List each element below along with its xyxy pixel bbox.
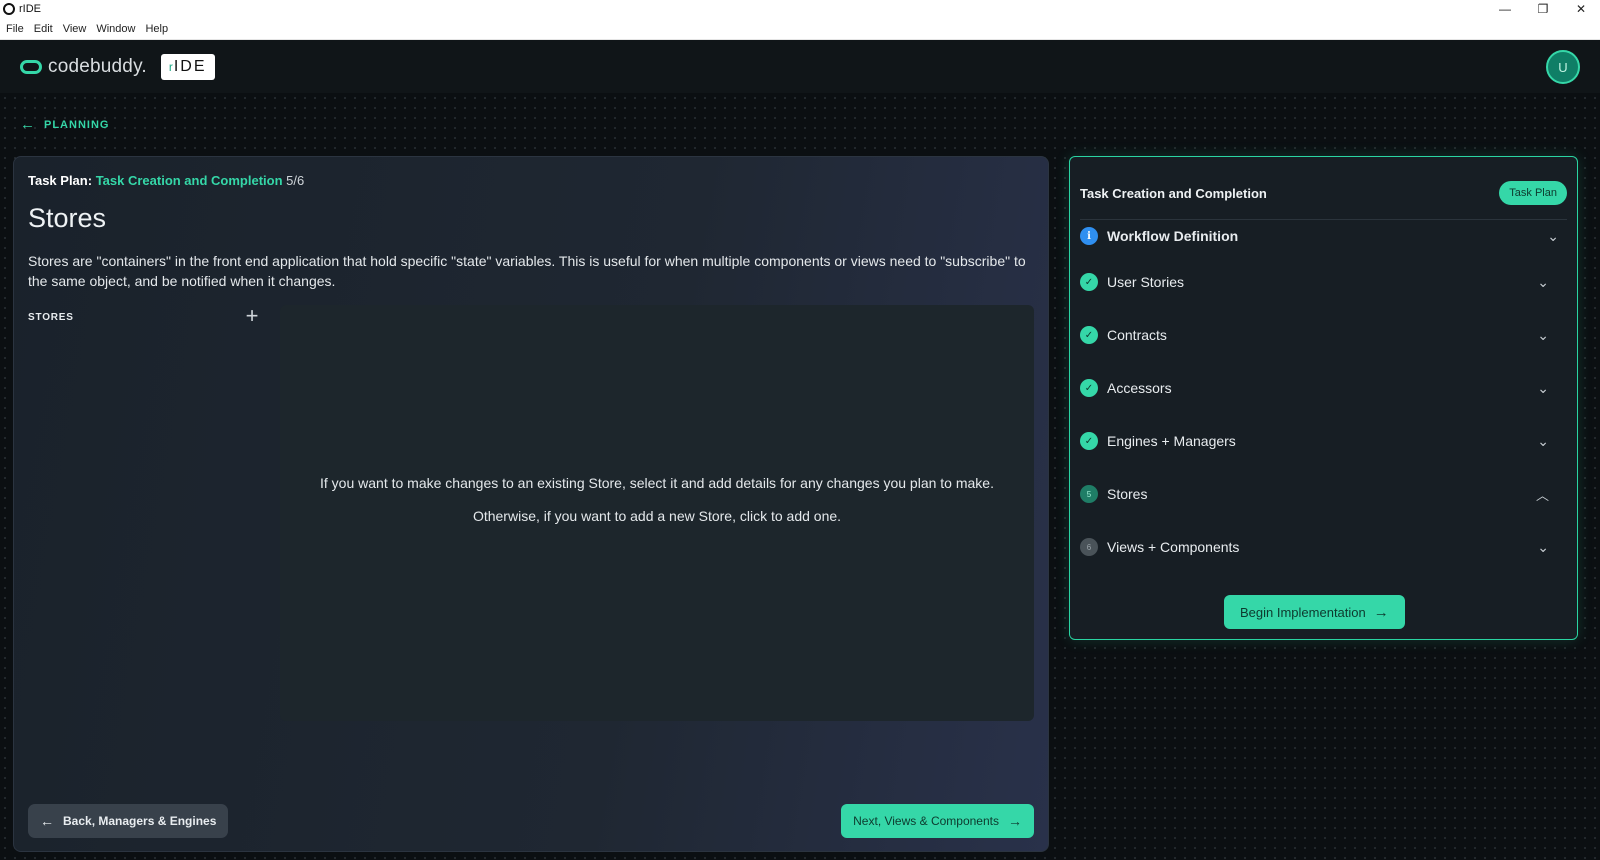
step-label: Stores <box>1107 486 1148 502</box>
begin-button-label: Begin Implementation <box>1240 604 1366 620</box>
step-number-icon: 5 <box>1080 485 1098 503</box>
step-label: Contracts <box>1107 327 1167 343</box>
window-title: rIDE <box>19 3 41 15</box>
check-icon: ✓ <box>1080 273 1098 291</box>
arrow-right-icon: → <box>1373 603 1389 621</box>
menu-help[interactable]: Help <box>145 23 168 35</box>
menu-view[interactable]: View <box>63 23 87 35</box>
chevron-up-icon[interactable]: ︿ <box>1536 485 1549 504</box>
page-description: Stores are "containers" in the front end… <box>28 253 1026 289</box>
brand[interactable]: codebuddy. r IDE <box>20 53 215 80</box>
menu-edit[interactable]: Edit <box>34 23 53 35</box>
app-icon <box>3 3 15 15</box>
stores-list-header: STORES <box>28 312 74 323</box>
planning-back-label: PLANNING <box>44 118 110 131</box>
chevron-down-icon[interactable]: ⌄ <box>1537 433 1549 450</box>
arrow-left-icon: ← <box>40 813 54 829</box>
task-plan-card: Task Creation and Completion Task Plan i… <box>1069 156 1578 640</box>
ide-badge-prefix: r <box>168 59 173 74</box>
empty-state-line-2: Otherwise, if you want to add a new Stor… <box>472 508 842 524</box>
chevron-down-icon[interactable]: ⌄ <box>1537 539 1549 556</box>
step-label: Accessors <box>1107 380 1172 396</box>
step-number-icon: 6 <box>1080 538 1098 556</box>
divider <box>1080 219 1567 220</box>
planning-back-link[interactable]: ← PLANNING <box>20 116 109 133</box>
codebuddy-logo-icon <box>20 59 42 74</box>
menu-bar: File Edit View Window Help <box>0 18 1600 40</box>
ide-badge-text: IDE <box>173 57 207 75</box>
add-store-button[interactable]: + <box>242 305 262 327</box>
store-detail-empty-state: If you want to make changes to an existi… <box>280 305 1034 721</box>
task-plan-badge[interactable]: Task Plan <box>1499 181 1567 205</box>
empty-state-text: If you want to make changes to an existi… <box>310 473 1004 526</box>
step-views-components[interactable]: 6 Views + Components ⌄ <box>1080 534 1559 560</box>
back-button-label: Back, Managers & Engines <box>63 814 217 828</box>
step-workflow-definition[interactable]: i Workflow Definition ⌄ <box>1080 223 1559 249</box>
restore-icon[interactable]: ❐ <box>1524 0 1562 18</box>
check-icon: ✓ <box>1080 432 1098 450</box>
brand-name: codebuddy. <box>48 55 147 77</box>
back-managers-engines-button[interactable]: ← Back, Managers & Engines <box>28 804 229 838</box>
step-accessors[interactable]: ✓ Accessors ⌄ <box>1080 375 1559 401</box>
step-label: User Stories <box>1107 274 1185 290</box>
arrow-left-icon: ← <box>20 116 36 133</box>
empty-state-line-1: If you want to make changes to an existi… <box>320 475 994 491</box>
menu-window[interactable]: Window <box>96 23 135 35</box>
ide-badge: r IDE <box>160 53 215 80</box>
chevron-down-icon[interactable]: ⌄ <box>1547 228 1559 245</box>
next-button-label: Next, Views & Components <box>853 814 999 828</box>
step-stores[interactable]: 5 Stores ︿ <box>1080 481 1559 507</box>
begin-implementation-button[interactable]: Begin Implementation → <box>1224 595 1405 629</box>
step-label: Workflow Definition <box>1107 228 1239 244</box>
chevron-down-icon[interactable]: ⌄ <box>1537 380 1549 397</box>
taskplan-breadcrumb: Task Plan: Task Creation and Completion … <box>28 173 304 188</box>
taskplan-progress: 5/6 <box>286 173 305 188</box>
minimize-icon[interactable]: — <box>1486 0 1524 18</box>
step-label: Engines + Managers <box>1107 433 1236 449</box>
window-controls: — ❐ ✕ <box>1486 0 1600 18</box>
info-icon: i <box>1080 227 1098 245</box>
step-user-stories[interactable]: ✓ User Stories ⌄ <box>1080 269 1559 295</box>
plan-card-title: Task Creation and Completion <box>1080 186 1267 201</box>
user-avatar[interactable]: U <box>1546 50 1580 84</box>
arrow-right-icon: → <box>1008 813 1022 829</box>
next-views-components-button[interactable]: Next, Views & Components → <box>841 804 1034 838</box>
step-contracts[interactable]: ✓ Contracts ⌄ <box>1080 322 1559 348</box>
taskplan-name: Task Creation and Completion <box>95 173 283 188</box>
close-icon[interactable]: ✕ <box>1562 0 1600 18</box>
step-engines-managers[interactable]: ✓ Engines + Managers ⌄ <box>1080 428 1559 454</box>
check-icon: ✓ <box>1080 326 1098 344</box>
taskplan-label: Task Plan: <box>28 173 93 188</box>
chevron-down-icon[interactable]: ⌄ <box>1537 327 1549 344</box>
check-icon: ✓ <box>1080 379 1098 397</box>
step-label: Views + Components <box>1107 539 1240 555</box>
window-titlebar: rIDE — ❐ ✕ <box>0 0 1600 18</box>
main-panel: Task Plan: Task Creation and Completion … <box>13 156 1049 852</box>
chevron-down-icon[interactable]: ⌄ <box>1537 274 1549 291</box>
menu-file[interactable]: File <box>6 23 24 35</box>
app-header: codebuddy. r IDE U <box>0 40 1600 93</box>
page-title: Stores <box>28 203 107 233</box>
